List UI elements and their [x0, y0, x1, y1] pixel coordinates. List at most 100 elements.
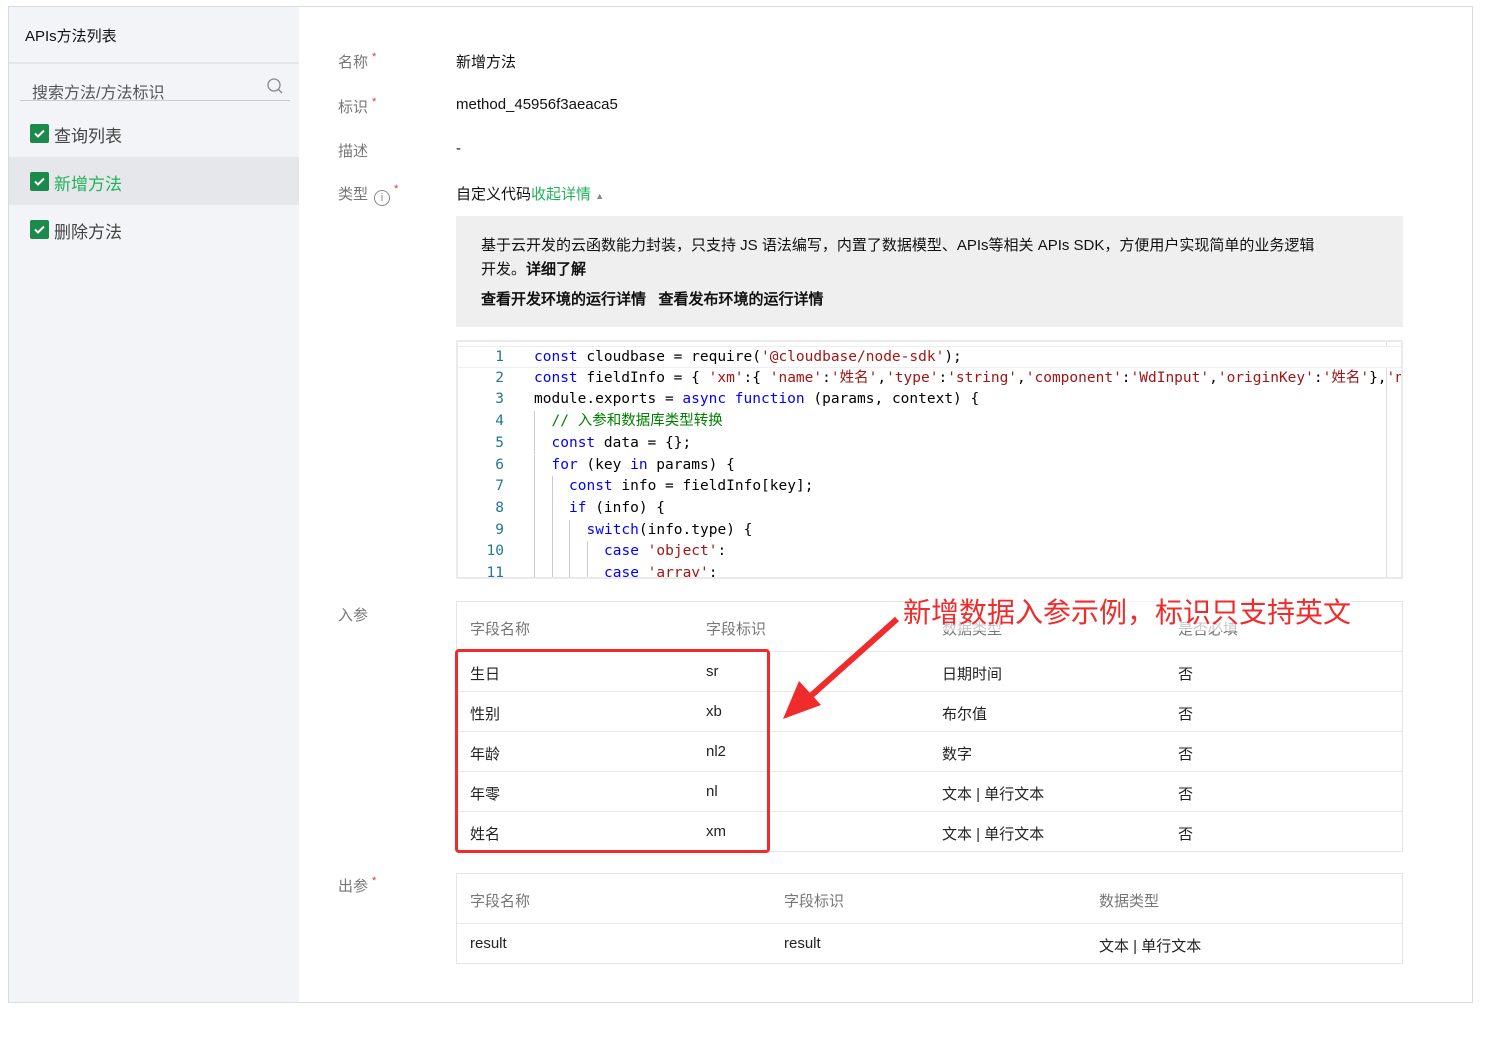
code-line: 3 module.exports = async function (params…	[458, 389, 1401, 411]
indent-guide	[569, 519, 570, 542]
label-text: 出参	[338, 878, 369, 895]
app-window: APIs方法列表 搜索方法/方法标识 查询列表 新增方法 删除方法 名称 * 新增…	[8, 6, 1473, 1003]
line-number: 3	[495, 391, 504, 408]
line-number: 2	[495, 369, 504, 386]
table-cell: result	[784, 935, 821, 952]
code-line: 2 const fieldInfo = { 'xm':{ 'name':'姓名',…	[458, 368, 1403, 390]
code-token: const	[534, 369, 578, 386]
label-text: 名称	[338, 54, 369, 71]
line-number: 7	[495, 478, 504, 495]
prod-env-link[interactable]: 查看发布环境的运行详情	[659, 291, 824, 308]
type-description: 基于云开发的云函数能力封装，只支持 JS 语法编写，内置了数据模型、APIs等相…	[456, 216, 1403, 327]
code-token: '姓名'	[830, 369, 878, 386]
code-token: :	[1313, 369, 1323, 386]
code-token: ,	[877, 369, 887, 386]
highlight-box	[455, 649, 770, 853]
output-params-table: 字段名称 字段标识 数据类型 result result 文本 | 单行文本	[456, 873, 1403, 964]
table-cell: 否	[1178, 826, 1194, 843]
indent-guide	[534, 519, 535, 542]
label-text: 类型	[338, 186, 369, 203]
code-token: );	[944, 349, 962, 365]
code-line: 11 case 'array':	[458, 563, 1401, 579]
type-text: 自定义代码	[456, 186, 532, 203]
dev-env-link[interactable]: 查看开发环境的运行详情	[481, 291, 646, 308]
type-value: 自定义代码收起详情 ▲	[456, 183, 604, 204]
indent-guide	[551, 476, 553, 498]
indent-guide	[534, 541, 535, 563]
indent-guide	[551, 563, 553, 577]
required-mark: *	[372, 96, 377, 108]
column-header: 字段标识	[784, 893, 845, 910]
info-icon[interactable]: i	[374, 190, 391, 206]
indent-guide	[534, 497, 535, 520]
code-token: :	[708, 565, 718, 579]
code-token: switch	[586, 521, 639, 538]
code-line: 5 const data = {};	[458, 432, 1401, 455]
indent-guide	[551, 541, 553, 563]
id-value: method_45956f3aeaca5	[456, 96, 618, 113]
code-line: 6 for (key in params) {	[458, 454, 1401, 477]
code-token: (key	[577, 456, 631, 473]
collapse-details-link[interactable]: 收起详情	[531, 186, 591, 203]
code-token: (info.type) {	[638, 521, 753, 538]
desc-value: -	[456, 140, 461, 157]
code-token: async	[682, 391, 727, 408]
code-token: cloudbase = require(	[577, 349, 761, 365]
code-token: case	[604, 543, 639, 560]
indent-guide	[569, 563, 570, 577]
code-token: 'originKey'	[1217, 369, 1314, 386]
code-token: :	[938, 369, 948, 386]
table-header: 字段名称 字段标识 数据类型	[457, 874, 1402, 923]
code-token: 'array'	[647, 565, 709, 579]
checkbox-checked[interactable]	[30, 172, 49, 191]
caret-up-icon[interactable]: ▲	[595, 191, 604, 201]
code-token: ,	[1209, 369, 1218, 386]
code-token: function	[734, 391, 805, 408]
divider	[9, 62, 299, 64]
description-text: 基于云开发的云函数能力封装，只支持 JS 语法编写，内置了数据模型、APIs等相…	[481, 237, 1315, 254]
learn-more-link[interactable]: 详细了解	[526, 261, 586, 278]
input-params-label: 入参	[338, 607, 369, 624]
line-number: 9	[495, 521, 504, 538]
code-token: ,	[1017, 369, 1026, 386]
label-text: 标识	[338, 99, 369, 116]
indent-guide	[586, 563, 588, 577]
indent-guide	[586, 541, 588, 563]
arrow-icon	[783, 616, 899, 719]
line-number: 4	[495, 413, 504, 430]
sidebar-item-query-list[interactable]: 查询列表	[9, 109, 299, 157]
column-header: 字段名称	[470, 893, 531, 910]
desc-label: 描述	[338, 143, 369, 160]
indent-guide	[534, 432, 535, 455]
sidebar-item-add-method[interactable]: 新增方法	[9, 157, 299, 205]
line-number: 11	[486, 565, 504, 579]
code-line: 4 // 入参和数据库类型转换	[458, 411, 1401, 433]
checkbox-checked[interactable]	[30, 220, 49, 239]
required-mark: *	[372, 875, 377, 887]
search-input[interactable]: 搜索方法/方法标识	[20, 71, 290, 102]
checkbox-checked[interactable]	[30, 124, 49, 143]
code-line: 1 const cloudbase = require('@cloudbase/n…	[458, 346, 1401, 368]
line-number: 8	[495, 499, 504, 516]
description-text: 开发。	[481, 261, 527, 278]
code-token: :{	[743, 369, 770, 386]
table-cell: 否	[1178, 786, 1194, 803]
code-token: case	[604, 565, 639, 579]
sidebar-title: APIs方法列表	[25, 28, 117, 45]
sidebar: APIs方法列表 搜索方法/方法标识 查询列表 新增方法 删除方法	[9, 7, 299, 1002]
table-cell: result	[470, 935, 507, 952]
indent-guide	[551, 519, 553, 542]
search-icon[interactable]	[266, 77, 284, 95]
table-cell: 否	[1178, 706, 1194, 723]
line-number: 5	[495, 434, 504, 451]
name-value: 新增方法	[456, 54, 517, 71]
table-cell: 数字	[942, 746, 973, 763]
code-editor[interactable]: 1 const cloudbase = require('@cloudbase/n…	[456, 340, 1403, 579]
code-token: 'n	[1386, 369, 1403, 386]
code-token: 'WdInput'	[1130, 369, 1210, 386]
sidebar-item-delete-method[interactable]: 删除方法	[9, 205, 299, 253]
code-token: :	[717, 543, 727, 560]
